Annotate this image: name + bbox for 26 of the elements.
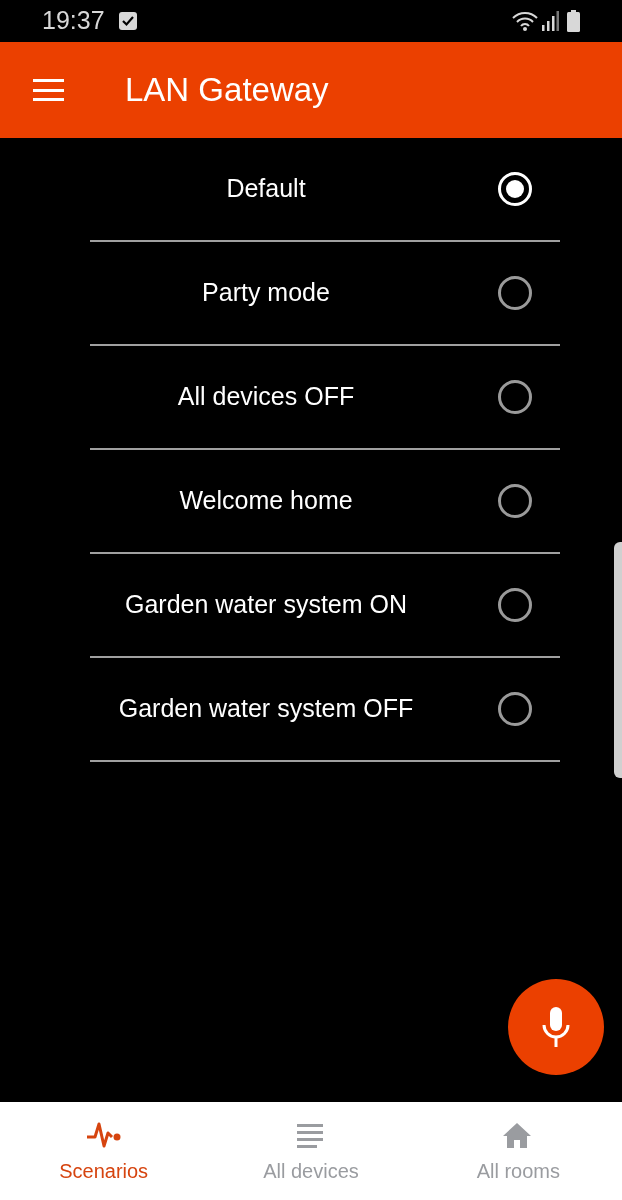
scenario-label: All devices OFF [176, 381, 356, 413]
radio-button[interactable] [498, 484, 532, 518]
signal-icon [541, 11, 559, 31]
radio-button[interactable] [498, 588, 532, 622]
scenario-row[interactable]: Welcome home [90, 450, 560, 554]
radio-button[interactable] [498, 276, 532, 310]
status-time: 19:37 [42, 5, 105, 37]
scenario-label: Default [225, 173, 307, 205]
battery-icon [567, 10, 580, 32]
nav-tab[interactable]: Scenarios [0, 1102, 208, 1200]
scenario-row[interactable]: Default [90, 138, 560, 242]
wifi-icon [511, 10, 539, 32]
scenario-label: Welcome home [178, 485, 354, 517]
microphone-icon [542, 1007, 570, 1047]
radio-button[interactable] [498, 692, 532, 726]
scenario-label: Party mode [201, 277, 331, 309]
scenario-row[interactable]: Garden water system ON [90, 554, 560, 658]
menu-icon[interactable] [33, 78, 65, 102]
scenario-row[interactable]: Party mode [90, 242, 560, 346]
radio-button[interactable] [498, 380, 532, 414]
scenario-row[interactable]: All devices OFF [90, 346, 560, 450]
app-title: LAN Gateway [125, 70, 329, 111]
checkbox-notification-icon [118, 12, 137, 30]
scenario-row[interactable]: Garden water system OFF [90, 658, 560, 762]
scenario-label: Garden water system ON [124, 589, 408, 621]
scenario-label: Garden water system OFF [117, 693, 415, 725]
